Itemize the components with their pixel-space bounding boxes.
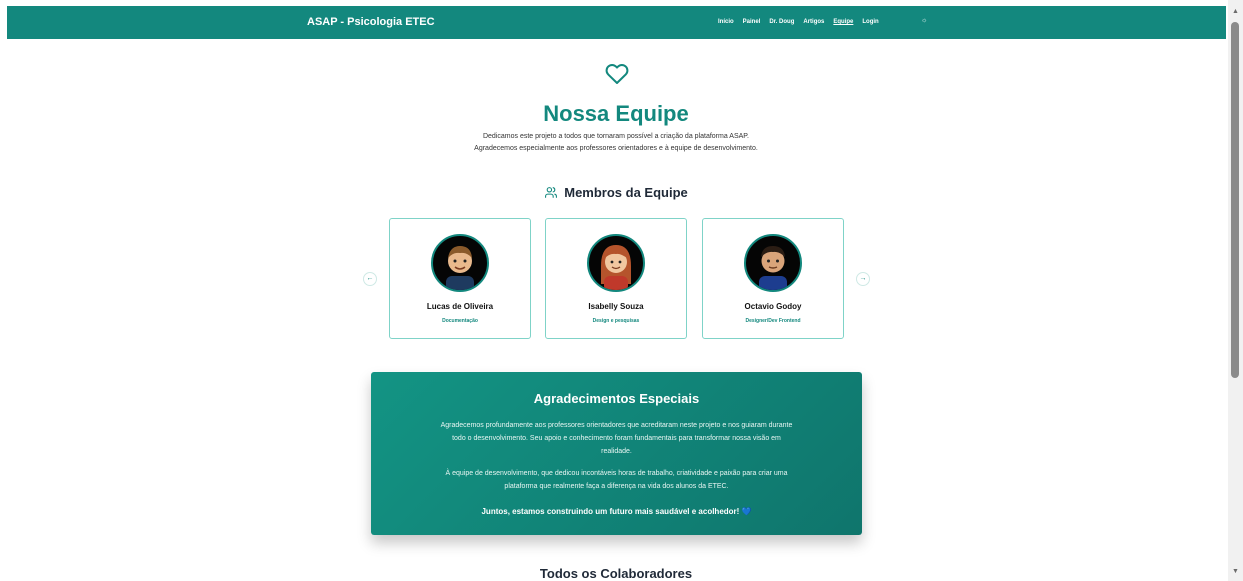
arrow-right-icon: → [859,275,867,282]
collaborators-title: Todos os Colaboradores [539,566,693,581]
brand-link[interactable]: ASAP - Psicologia ETEC [307,16,435,28]
team-section-label: Membros da Equipe [564,185,688,200]
nav-link-login[interactable]: Login [862,19,878,25]
nav-link-artigos[interactable]: Artigos [803,19,824,25]
special-thanks-card: Agradecimentos Especiais Agradecemos pro… [371,372,862,535]
thanks-closing: Juntos, estamos construindo um futuro ma… [371,507,862,516]
nav-link-equipe[interactable]: Equipe [833,19,853,25]
nav-link-painel[interactable]: Painel [743,19,761,25]
member-role: Designer/Dev Frontend [745,318,801,324]
member-role: Design e pesquisas [592,318,640,324]
thanks-title: Agradecimentos Especiais [533,391,700,406]
carousel-next-button[interactable]: → [856,272,870,286]
arrow-left-icon: ← [366,275,374,282]
avatar [744,234,802,292]
member-name: Lucas de Oliveira [426,302,494,311]
intro-line-1: Dedicamos este projeto a todos que torna… [482,133,750,140]
users-icon [545,187,558,198]
nav-link-inicio[interactable]: Início [718,19,734,25]
member-name: Isabelly Souza [588,302,644,311]
intro-text: Dedicamos este projeto a todos que torna… [0,131,1232,155]
member-card[interactable]: Lucas de Oliveira Documentação [389,218,531,339]
nav-links: Início Painel Dr. Doug Artigos Equipe Lo… [718,19,879,25]
sun-icon[interactable]: ☼ [921,17,927,24]
member-card[interactable]: Isabelly Souza Design e pesquisas [545,218,687,339]
avatar [587,234,645,292]
scroll-up-arrow-icon[interactable]: ▲ [1232,8,1239,15]
member-role: Documentação [442,318,478,324]
avatar [431,234,489,292]
carousel-prev-button[interactable]: ← [363,272,377,286]
scroll-down-arrow-icon[interactable]: ▼ [1232,568,1239,575]
team-section-title: Membros da Equipe [0,185,1232,200]
intro-line-2: Agradecemos especialmente aos professore… [474,145,758,152]
navbar: ASAP - Psicologia ETEC Início Painel Dr.… [7,6,1226,39]
thanks-closing-text: Juntos, estamos construindo um futuro ma… [481,507,740,516]
blue-heart-icon: 💙 [741,507,752,516]
heart-icon [605,64,629,84]
nav-link-dr-doug[interactable]: Dr. Doug [769,19,794,25]
member-card[interactable]: Octavio Godoy Designer/Dev Frontend [702,218,844,339]
scrollbar[interactable]: ▲ ▼ [1228,0,1243,581]
scrollbar-thumb[interactable] [1231,22,1239,378]
page-title: Nossa Equipe [543,101,689,126]
member-name: Octavio Godoy [744,302,802,311]
thanks-paragraph-1: Agradecemos profundamente aos professore… [440,422,793,455]
thanks-paragraph-2: À equipe de desenvolvimento, que dedicou… [445,470,788,490]
